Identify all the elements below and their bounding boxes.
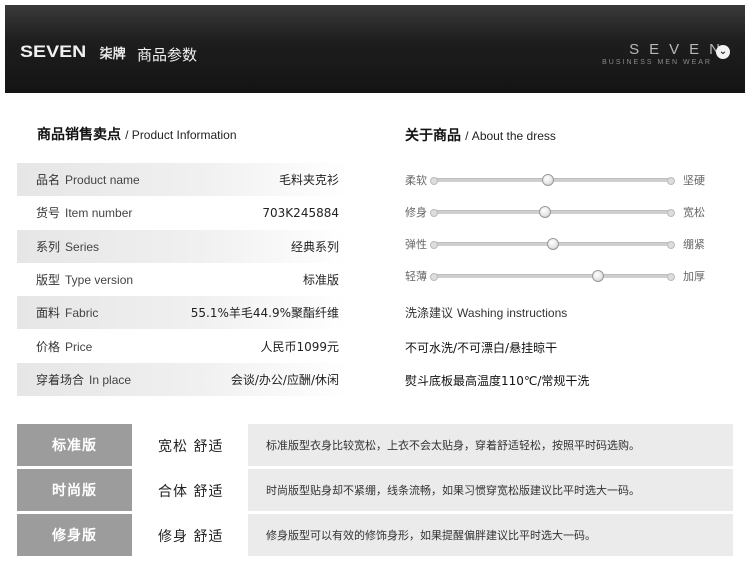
slider-cap xyxy=(667,273,675,281)
info-label-en: Price xyxy=(65,339,93,354)
wash-title: 洗涤建议 Washing instructions xyxy=(405,304,567,321)
product-info-title-cn: 商品销售卖点 xyxy=(37,127,121,143)
info-value: 标准版 xyxy=(302,273,339,288)
slider-right-label: 宽松 xyxy=(683,206,705,219)
info-label-en: Product name xyxy=(65,173,140,188)
info-label-en: In place xyxy=(89,372,132,387)
logo-text: SEVEN xyxy=(20,42,87,61)
slider-cap xyxy=(430,241,438,249)
info-row-price: 价格 Price 人民币1099元 xyxy=(17,329,347,362)
slider-track xyxy=(433,210,670,214)
version-desc: 标准版型衣身比较宽松，上衣不会太贴身，穿着舒适轻松，按照平时码选购。 xyxy=(266,439,640,452)
info-value: 会谈/办公/应酬/休闲 xyxy=(230,372,339,387)
info-label-cn: 穿着场合 xyxy=(36,372,85,387)
about-title-cn: 关于商品 xyxy=(405,128,461,144)
slider-right-label: 加厚 xyxy=(683,270,705,283)
slider-right-label: 绷紧 xyxy=(683,238,705,251)
slider-right-label: 坚硬 xyxy=(683,174,705,187)
slider-track xyxy=(433,274,670,278)
info-label-cn: 品名 xyxy=(36,173,61,188)
slider-cap xyxy=(430,209,438,217)
brand-subtitle: BUSINESS MEN WEAR xyxy=(602,59,712,66)
info-label-cn: 系列 xyxy=(36,239,61,254)
slider-left-label: 轻薄 xyxy=(405,270,427,283)
logo-cn: 柒牌 xyxy=(99,46,126,62)
page-title: 商品参数 xyxy=(137,46,198,64)
info-label-en: Type version xyxy=(65,273,134,288)
info-label-cn: 价格 xyxy=(36,339,61,354)
wash-title-en: Washing instructions xyxy=(457,306,568,320)
wash-title-cn: 洗涤建议 xyxy=(405,306,454,320)
info-label-en: Series xyxy=(65,239,100,254)
info-row-type-version: 版型 Type version 标准版 xyxy=(17,263,347,296)
version-fit: 修身 舒适 xyxy=(158,529,224,545)
info-row-fabric: 面料 Fabric 55.1%羊毛44.9%聚酯纤维 xyxy=(17,296,347,330)
slider-cap xyxy=(430,273,438,281)
version-row-standard: 标准版 宽松 舒适 标准版型衣身比较宽松，上衣不会太贴身，穿着舒适轻松，按照平时… xyxy=(17,424,733,466)
info-row-name: 品名 Product name 毛料夹克衫 xyxy=(17,163,347,197)
slider-left-label: 修身 xyxy=(405,206,427,219)
info-value: 人民币1099元 xyxy=(260,339,339,354)
info-label-en: Item number xyxy=(65,206,133,221)
attribute-sliders: 柔软 坚硬 修身 宽松 弹性 绷紧 轻薄 加厚 xyxy=(405,170,705,298)
version-list: 标准版 宽松 舒适 标准版型衣身比较宽松，上衣不会太贴身，穿着舒适轻松，按照平时… xyxy=(17,424,733,559)
info-value: 55.1%羊毛44.9%聚酯纤维 xyxy=(190,306,339,321)
version-tag: 修身版 xyxy=(17,514,132,556)
brand-mark: SEVEN BUSINESS MEN WEAR ⌄ xyxy=(602,41,730,66)
version-tag: 标准版 xyxy=(17,424,132,466)
info-row-place: 穿着场合 In place 会谈/办公/应酬/休闲 xyxy=(17,362,347,397)
slider-left-label: 柔软 xyxy=(405,174,427,187)
slider-cap xyxy=(430,177,438,185)
slider-softness: 柔软 坚硬 xyxy=(405,170,705,202)
product-info-table: 品名 Product name 毛料夹克衫 货号 Item number 703K2… xyxy=(17,163,347,397)
slider-knob xyxy=(541,174,554,186)
slider-knob xyxy=(539,206,552,218)
slider-cap xyxy=(667,209,675,217)
about-title: 关于商品 / About the dress xyxy=(405,125,556,145)
info-row-series: 系列 Series 经典系列 xyxy=(17,229,347,263)
header-bar: SEVEN 柒牌 商品参数 SEVEN BUSINESS MEN WEAR ⌄ xyxy=(5,5,745,93)
slider-thickness: 轻薄 加厚 xyxy=(405,266,705,298)
version-desc-box: 时尚版型贴身却不紧绷，线条流畅，如果习惯穿宽松版建议比平时选大一码。 xyxy=(248,469,733,511)
version-row-fashion: 时尚版 合体 舒适 时尚版型贴身却不紧绷，线条流畅，如果习惯穿宽松版建议比平时选… xyxy=(17,469,733,511)
brand-word: SEVEN xyxy=(629,41,730,58)
slider-cap xyxy=(667,177,675,185)
brand-logo: SEVEN 柒牌 xyxy=(20,42,126,62)
header: SEVEN 柒牌 商品参数 SEVEN BUSINESS MEN WEAR ⌄ xyxy=(0,0,750,95)
info-label-cn: 版型 xyxy=(36,273,61,288)
product-info-title-en: / Product Information xyxy=(125,128,237,142)
slider-knob xyxy=(591,270,604,282)
wash-line: 熨斗底板最高温度110℃/常规干洗 xyxy=(405,374,590,388)
info-label-cn: 货号 xyxy=(36,206,61,221)
slider-elasticity: 弹性 绷紧 xyxy=(405,234,705,266)
chevron-down-icon[interactable]: ⌄ xyxy=(716,45,730,59)
version-desc-box: 标准版型衣身比较宽松，上衣不会太贴身，穿着舒适轻松，按照平时码选购。 xyxy=(248,424,733,466)
product-info-title: 商品销售卖点 / Product Information xyxy=(37,124,237,144)
slider-knob xyxy=(546,238,559,250)
info-value: 毛料夹克衫 xyxy=(278,173,339,188)
slider-cap xyxy=(667,241,675,249)
slider-left-label: 弹性 xyxy=(405,238,427,251)
slider-fit: 修身 宽松 xyxy=(405,202,705,234)
version-row-slim: 修身版 修身 舒适 修身版型可以有效的修饰身形，如果提醒偏胖建议比平时选大一码。 xyxy=(17,514,733,556)
version-desc: 时尚版型贴身却不紧绷，线条流畅，如果习惯穿宽松版建议比平时选大一码。 xyxy=(266,484,640,497)
wash-line: 不可水洗/不可漂白/悬挂晾干 xyxy=(405,341,558,355)
version-fit: 宽松 舒适 xyxy=(158,439,224,455)
info-label-en: Fabric xyxy=(65,306,99,321)
version-desc: 修身版型可以有效的修饰身形，如果提醒偏胖建议比平时选大一码。 xyxy=(266,529,596,542)
info-label-cn: 面料 xyxy=(36,306,61,321)
info-value: 703K245884 xyxy=(262,205,339,220)
version-fit: 合体 舒适 xyxy=(158,484,224,500)
version-desc-box: 修身版型可以有效的修饰身形，如果提醒偏胖建议比平时选大一码。 xyxy=(248,514,733,556)
info-row-item-number: 货号 Item number 703K245884 xyxy=(17,196,347,229)
about-title-en: / About the dress xyxy=(465,129,556,143)
info-value: 经典系列 xyxy=(290,239,339,254)
version-tag: 时尚版 xyxy=(17,469,132,511)
